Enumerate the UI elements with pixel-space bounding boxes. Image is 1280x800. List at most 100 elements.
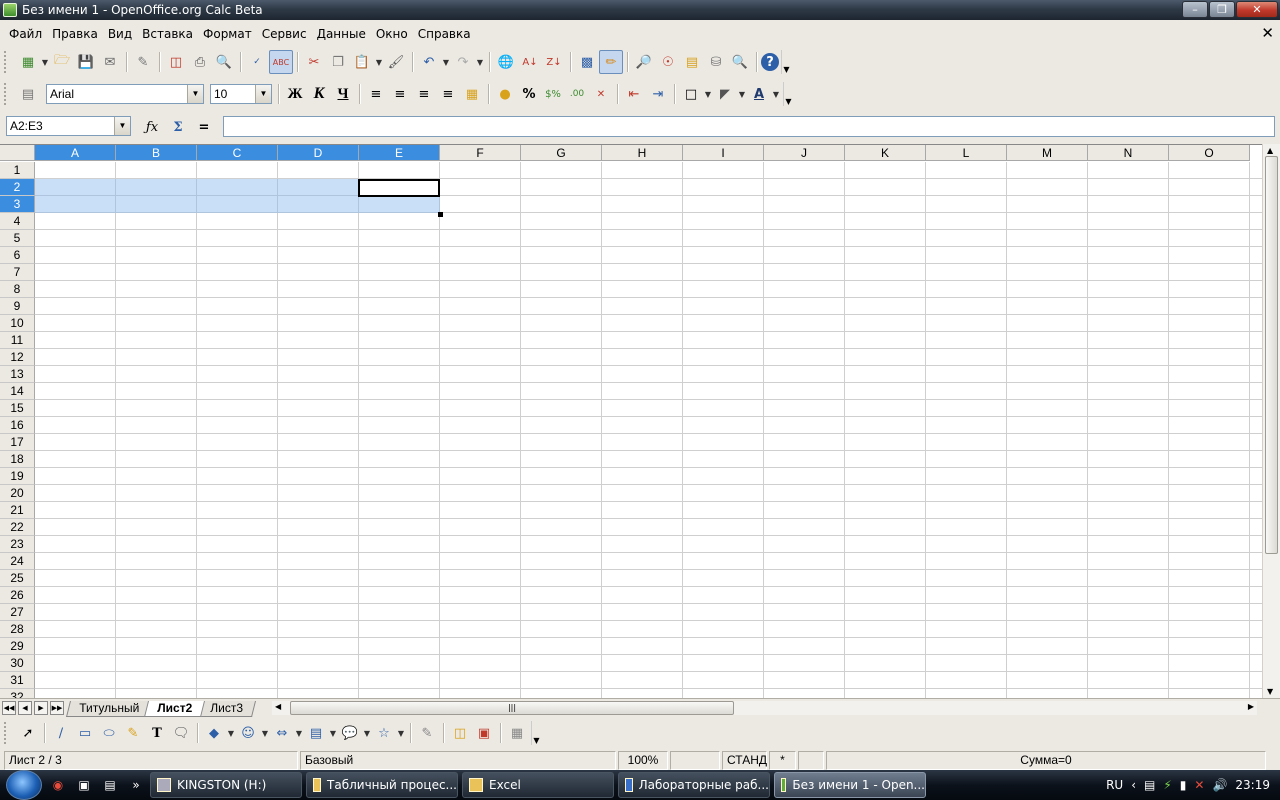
- vertical-scroll-thumb[interactable]: [1265, 156, 1278, 554]
- status-zoom[interactable]: 100%: [618, 751, 668, 770]
- row-header[interactable]: 5: [0, 230, 35, 247]
- row-header[interactable]: 27: [0, 604, 35, 621]
- row-header[interactable]: 1: [0, 162, 35, 179]
- status-signature[interactable]: [798, 751, 824, 770]
- align-left-icon[interactable]: ≡: [364, 82, 388, 106]
- function-wizard-icon[interactable]: ƒx: [140, 115, 164, 139]
- font-color-icon[interactable]: A: [747, 82, 771, 106]
- spreadsheet-grid[interactable]: ABCDEFGHIJKLMNO 1 2 3 4 5 6 7 8 9 10 11 12 13 14 15 16 1…: [0, 144, 1262, 698]
- chevron-down-icon[interactable]: ▼: [114, 117, 130, 135]
- zoom-icon[interactable]: 🔍: [728, 50, 752, 74]
- row-header[interactable]: 24: [0, 553, 35, 570]
- column-header[interactable]: N: [1088, 145, 1169, 161]
- quicklaunch-opera-icon[interactable]: ◉: [48, 776, 68, 794]
- align-center-icon[interactable]: ≡: [388, 82, 412, 106]
- sheet-tab[interactable]: Лист3: [197, 700, 256, 717]
- row-header[interactable]: 16: [0, 417, 35, 434]
- edit-file-icon[interactable]: ✎: [131, 50, 155, 74]
- cut-icon[interactable]: ✂: [302, 50, 326, 74]
- standard-format-icon[interactable]: $%: [541, 82, 565, 106]
- quicklaunch-more-icon[interactable]: »: [126, 776, 146, 794]
- background-dropdown-icon[interactable]: ▼: [737, 82, 747, 106]
- quicklaunch-window-icon[interactable]: ▣: [74, 776, 94, 794]
- callouts-dropdown-icon[interactable]: ▼: [362, 721, 372, 745]
- start-button[interactable]: [6, 770, 42, 800]
- toolbar-grip[interactable]: [4, 722, 12, 744]
- find-replace-icon[interactable]: 🔎: [632, 50, 656, 74]
- autospellcheck-icon[interactable]: ABC: [269, 50, 293, 74]
- block-arrows-icon[interactable]: ⇔: [270, 721, 294, 745]
- stylist-icon[interactable]: ▤: [16, 82, 40, 106]
- network-icon[interactable]: ▤: [1144, 778, 1155, 792]
- horizontal-scrollbar[interactable]: ◀ ||| ▶: [272, 701, 1257, 715]
- menu-insert[interactable]: Вставка: [137, 27, 198, 41]
- flowchart-icon[interactable]: ▤: [304, 721, 328, 745]
- sheet-tab[interactable]: Лист2: [144, 700, 206, 717]
- hyperlink-icon[interactable]: 🌐: [494, 50, 518, 74]
- select-all-corner[interactable]: [0, 145, 35, 161]
- volume-icon[interactable]: 🔊: [1212, 778, 1227, 792]
- language-indicator[interactable]: RU: [1106, 778, 1123, 792]
- callouts-icon[interactable]: 💬: [338, 721, 362, 745]
- column-header[interactable]: B: [116, 145, 197, 161]
- underline-button[interactable]: Ч: [331, 82, 355, 106]
- gallery-icon[interactable]: ▤: [680, 50, 704, 74]
- row-header[interactable]: 17: [0, 434, 35, 451]
- column-header[interactable]: D: [278, 145, 359, 161]
- export-pdf-icon[interactable]: ◫: [164, 50, 188, 74]
- row-header[interactable]: 15: [0, 400, 35, 417]
- decrease-indent-icon[interactable]: ⇤: [622, 82, 646, 106]
- font-color-dropdown-icon[interactable]: ▼: [771, 82, 781, 106]
- toolbar-overflow-icon[interactable]: ▼: [531, 721, 541, 745]
- row-header[interactable]: 22: [0, 519, 35, 536]
- row-header[interactable]: 3: [0, 196, 35, 213]
- column-header[interactable]: E: [359, 145, 440, 161]
- network-disconnected-icon[interactable]: ✕: [1194, 778, 1204, 792]
- minimize-button[interactable]: –: [1182, 1, 1208, 18]
- row-header[interactable]: 21: [0, 502, 35, 519]
- column-header[interactable]: M: [1007, 145, 1088, 161]
- new-document-icon[interactable]: ▦: [16, 50, 40, 74]
- column-header[interactable]: I: [683, 145, 764, 161]
- symbols-dropdown-icon[interactable]: ▼: [260, 721, 270, 745]
- stars-icon[interactable]: ☆: [372, 721, 396, 745]
- sum-icon[interactable]: Σ: [166, 115, 190, 139]
- scroll-left-icon[interactable]: ◀: [275, 702, 281, 711]
- horizontal-scroll-thumb[interactable]: |||: [290, 701, 734, 715]
- formula-input[interactable]: [223, 116, 1275, 137]
- basic-shapes-icon[interactable]: ◆: [202, 721, 226, 745]
- safely-remove-icon[interactable]: ⚡: [1163, 778, 1171, 792]
- prev-sheet-icon[interactable]: ◀: [18, 700, 32, 715]
- ellipse-icon[interactable]: ⬭: [97, 721, 121, 745]
- battery-icon[interactable]: ▮: [1180, 778, 1187, 792]
- document-close-icon[interactable]: ✕: [1261, 24, 1274, 42]
- row-header[interactable]: 14: [0, 383, 35, 400]
- row-header[interactable]: 25: [0, 570, 35, 587]
- row-header[interactable]: 32: [0, 689, 35, 698]
- row-header[interactable]: 18: [0, 451, 35, 468]
- italic-button[interactable]: К: [307, 82, 331, 106]
- print-icon[interactable]: ⎙: [188, 50, 212, 74]
- format-paintbrush-icon[interactable]: 🖌: [384, 50, 408, 74]
- undo-icon[interactable]: ↶: [417, 50, 441, 74]
- merge-cells-icon[interactable]: ▦: [460, 82, 484, 106]
- email-icon[interactable]: ✉: [98, 50, 122, 74]
- sheet-tab[interactable]: Титульный: [66, 700, 153, 717]
- close-button[interactable]: ✕: [1236, 1, 1278, 18]
- menu-file[interactable]: Файл: [4, 27, 47, 41]
- shapes-dropdown-icon[interactable]: ▼: [226, 721, 236, 745]
- row-header[interactable]: 6: [0, 247, 35, 264]
- scroll-down-icon[interactable]: ▼: [1267, 687, 1273, 696]
- column-header[interactable]: J: [764, 145, 845, 161]
- row-header[interactable]: 11: [0, 332, 35, 349]
- function-equals-icon[interactable]: =: [192, 115, 216, 139]
- justify-icon[interactable]: ≡: [436, 82, 460, 106]
- currency-format-icon[interactable]: ●: [493, 82, 517, 106]
- chevron-down-icon[interactable]: ▼: [255, 85, 271, 103]
- vertical-scrollbar[interactable]: ▲ ▼: [1262, 144, 1280, 698]
- toolbar-grip[interactable]: [4, 51, 12, 73]
- row-header[interactable]: 29: [0, 638, 35, 655]
- scroll-right-icon[interactable]: ▶: [1248, 702, 1254, 711]
- undo-dropdown-icon[interactable]: ▼: [441, 50, 451, 74]
- column-header[interactable]: H: [602, 145, 683, 161]
